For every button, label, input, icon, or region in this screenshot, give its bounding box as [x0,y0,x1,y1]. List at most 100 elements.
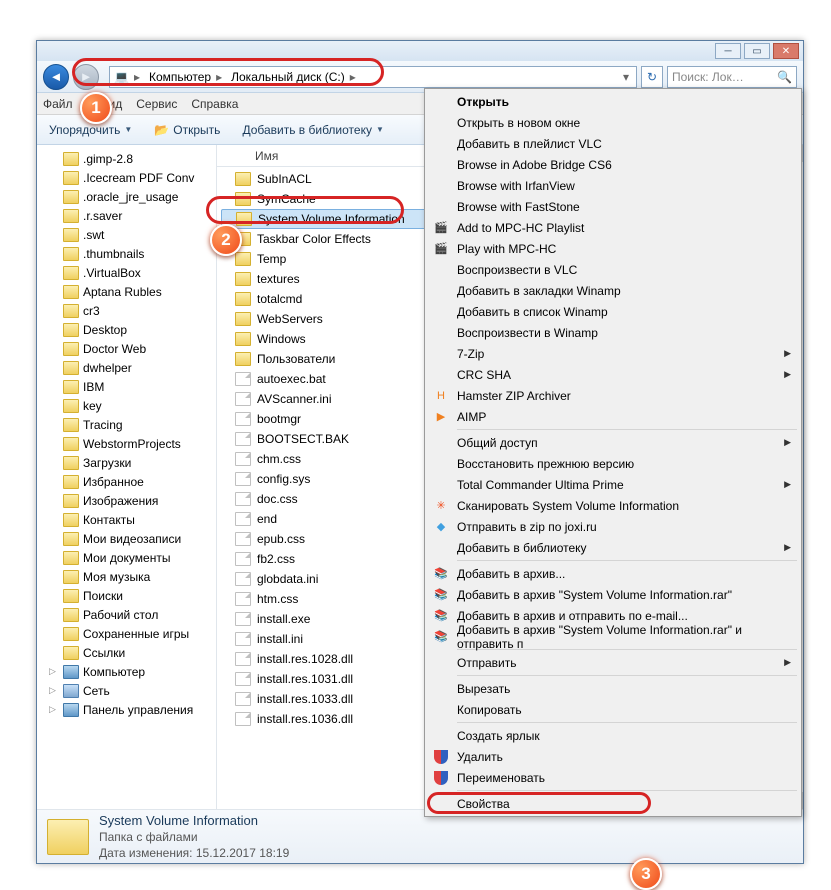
context-menu-item[interactable]: ✳Сканировать System Volume Information [427,495,799,516]
tree-item[interactable]: Doctor Web [37,339,216,358]
nav-forward-button[interactable]: ► [73,64,99,90]
context-menu-item[interactable]: HHamster ZIP Archiver [427,385,799,406]
file-icon [235,632,251,646]
context-menu-item[interactable]: Total Commander Ultima Prime▶ [427,474,799,495]
menu-help[interactable]: Справка [191,97,238,111]
badge-2: 2 [210,224,242,256]
context-menu-item[interactable]: Browse with FastStone [427,196,799,217]
tree-item[interactable]: ▷Сеть [37,681,216,700]
item-label: autoexec.bat [257,372,326,386]
context-menu-item[interactable]: Копировать [427,699,799,720]
tree-item[interactable]: .gimp-2.8 [37,149,216,168]
context-menu[interactable]: ОткрытьОткрыть в новом окнеДобавить в пл… [424,88,802,817]
tree-item[interactable]: Изображения [37,491,216,510]
tree-item[interactable]: ▷Компьютер [37,662,216,681]
menu-label: CRC SHA [457,368,511,382]
context-menu-item[interactable]: Добавить в закладки Winamp [427,280,799,301]
refresh-button[interactable]: ↻ [641,66,663,88]
tree-item[interactable]: .oracle_jre_usage [37,187,216,206]
tree-item[interactable]: dwhelper [37,358,216,377]
context-menu-item[interactable]: Добавить в библиотеку▶ [427,537,799,558]
context-menu-item[interactable]: Открыть [427,91,799,112]
crumb-computer[interactable]: Компьютер [149,70,211,84]
menu-label: Отправить в zip по joxi.ru [457,520,597,534]
shield-icon [433,770,449,786]
item-label: BOOTSECT.BAK [257,432,349,446]
open-button[interactable]: 📂Открыть [148,121,226,139]
file-icon [235,512,251,526]
context-menu-item[interactable]: Воспроизвести в VLC [427,259,799,280]
context-menu-item[interactable]: 📚Добавить в архив "System Volume Informa… [427,626,799,647]
context-menu-item[interactable]: ◆Отправить в zip по joxi.ru [427,516,799,537]
context-menu-item[interactable]: 📚Добавить в архив... [427,563,799,584]
tree-item[interactable]: .thumbnails [37,244,216,263]
tree-item[interactable]: Поиски [37,586,216,605]
folder-icon [63,494,79,508]
context-menu-item[interactable]: Добавить в список Winamp [427,301,799,322]
tree-item[interactable]: cr3 [37,301,216,320]
tree-item[interactable]: Tracing [37,415,216,434]
app-icon: 📚 [433,587,449,603]
address-dropdown[interactable]: ▾ [618,70,634,84]
context-menu-item[interactable]: Отправить▶ [427,652,799,673]
item-label: install.res.1033.dll [257,692,353,706]
context-menu-item[interactable]: 7-Zip▶ [427,343,799,364]
tree-item[interactable]: Мои видеозаписи [37,529,216,548]
context-menu-item[interactable]: Восстановить прежнюю версию [427,453,799,474]
tree-item[interactable]: Избранное [37,472,216,491]
tree-item[interactable]: Ссылки [37,643,216,662]
add-library-button[interactable]: Добавить в библиотеку▼ [236,121,389,139]
system-icon [63,703,79,717]
context-menu-item[interactable]: Добавить в плейлист VLC [427,133,799,154]
item-label: System Volume Information [258,212,405,226]
search-input[interactable]: Поиск: Лок… 🔍 [667,66,797,88]
nav-back-button[interactable]: ◄ [43,64,69,90]
details-date: Дата изменения: 15.12.2017 18:19 [99,846,289,860]
context-menu-item[interactable]: Общий доступ▶ [427,432,799,453]
tree-item[interactable]: WebstormProjects [37,434,216,453]
context-menu-item[interactable]: Свойства [427,793,799,814]
tree-item[interactable]: .swt [37,225,216,244]
item-label: epub.css [257,532,305,546]
tree-item[interactable]: Desktop [37,320,216,339]
menu-separator [457,560,797,561]
maximize-button[interactable]: ▭ [744,43,770,59]
tree-label: Desktop [83,323,127,337]
tree-item[interactable]: IBM [37,377,216,396]
tree-item[interactable]: Мои документы [37,548,216,567]
tree-item[interactable]: Сохраненные игры [37,624,216,643]
context-menu-item[interactable]: CRC SHA▶ [427,364,799,385]
tree-item[interactable]: ▷Панель управления [37,700,216,719]
context-menu-item[interactable]: Вырезать [427,678,799,699]
context-menu-item[interactable]: 🎬Play with MPC-HC [427,238,799,259]
file-icon [235,692,251,706]
address-bar[interactable]: 💻▸ Компьютер▸ Локальный диск (C:)▸ ▾ [109,66,637,88]
tree-item[interactable]: key [37,396,216,415]
context-menu-item[interactable]: 🎬Add to MPC-HC Playlist [427,217,799,238]
folder-tree[interactable]: .gimp-2.8.Icecream PDF Conv.oracle_jre_u… [37,145,217,809]
tree-item[interactable]: Aptana Rubles [37,282,216,301]
context-menu-item[interactable]: 📚Добавить в архив "System Volume Informa… [427,584,799,605]
crumb-disk[interactable]: Локальный диск (C:) [231,70,345,84]
context-menu-item[interactable]: Browse in Adobe Bridge CS6 [427,154,799,175]
context-menu-item[interactable]: Browse with IrfanView [427,175,799,196]
context-menu-item[interactable]: ▶AIMP [427,406,799,427]
context-menu-item[interactable]: Открыть в новом окне [427,112,799,133]
context-menu-item[interactable]: Переименовать [427,767,799,788]
tree-item[interactable]: .r.saver [37,206,216,225]
menu-service[interactable]: Сервис [136,97,177,111]
folder-icon [235,292,251,306]
tree-item[interactable]: .VirtualBox [37,263,216,282]
menu-label: Вырезать [457,682,510,696]
menu-file[interactable]: Файл [43,97,73,111]
tree-item[interactable]: Моя музыка [37,567,216,586]
minimize-button[interactable]: ─ [715,43,741,59]
close-button[interactable]: ✕ [773,43,799,59]
tree-item[interactable]: Рабочий стол [37,605,216,624]
context-menu-item[interactable]: Создать ярлык [427,725,799,746]
tree-item[interactable]: Загрузки [37,453,216,472]
tree-item[interactable]: Контакты [37,510,216,529]
context-menu-item[interactable]: Удалить [427,746,799,767]
context-menu-item[interactable]: Воспроизвести в Winamp [427,322,799,343]
tree-item[interactable]: .Icecream PDF Conv [37,168,216,187]
